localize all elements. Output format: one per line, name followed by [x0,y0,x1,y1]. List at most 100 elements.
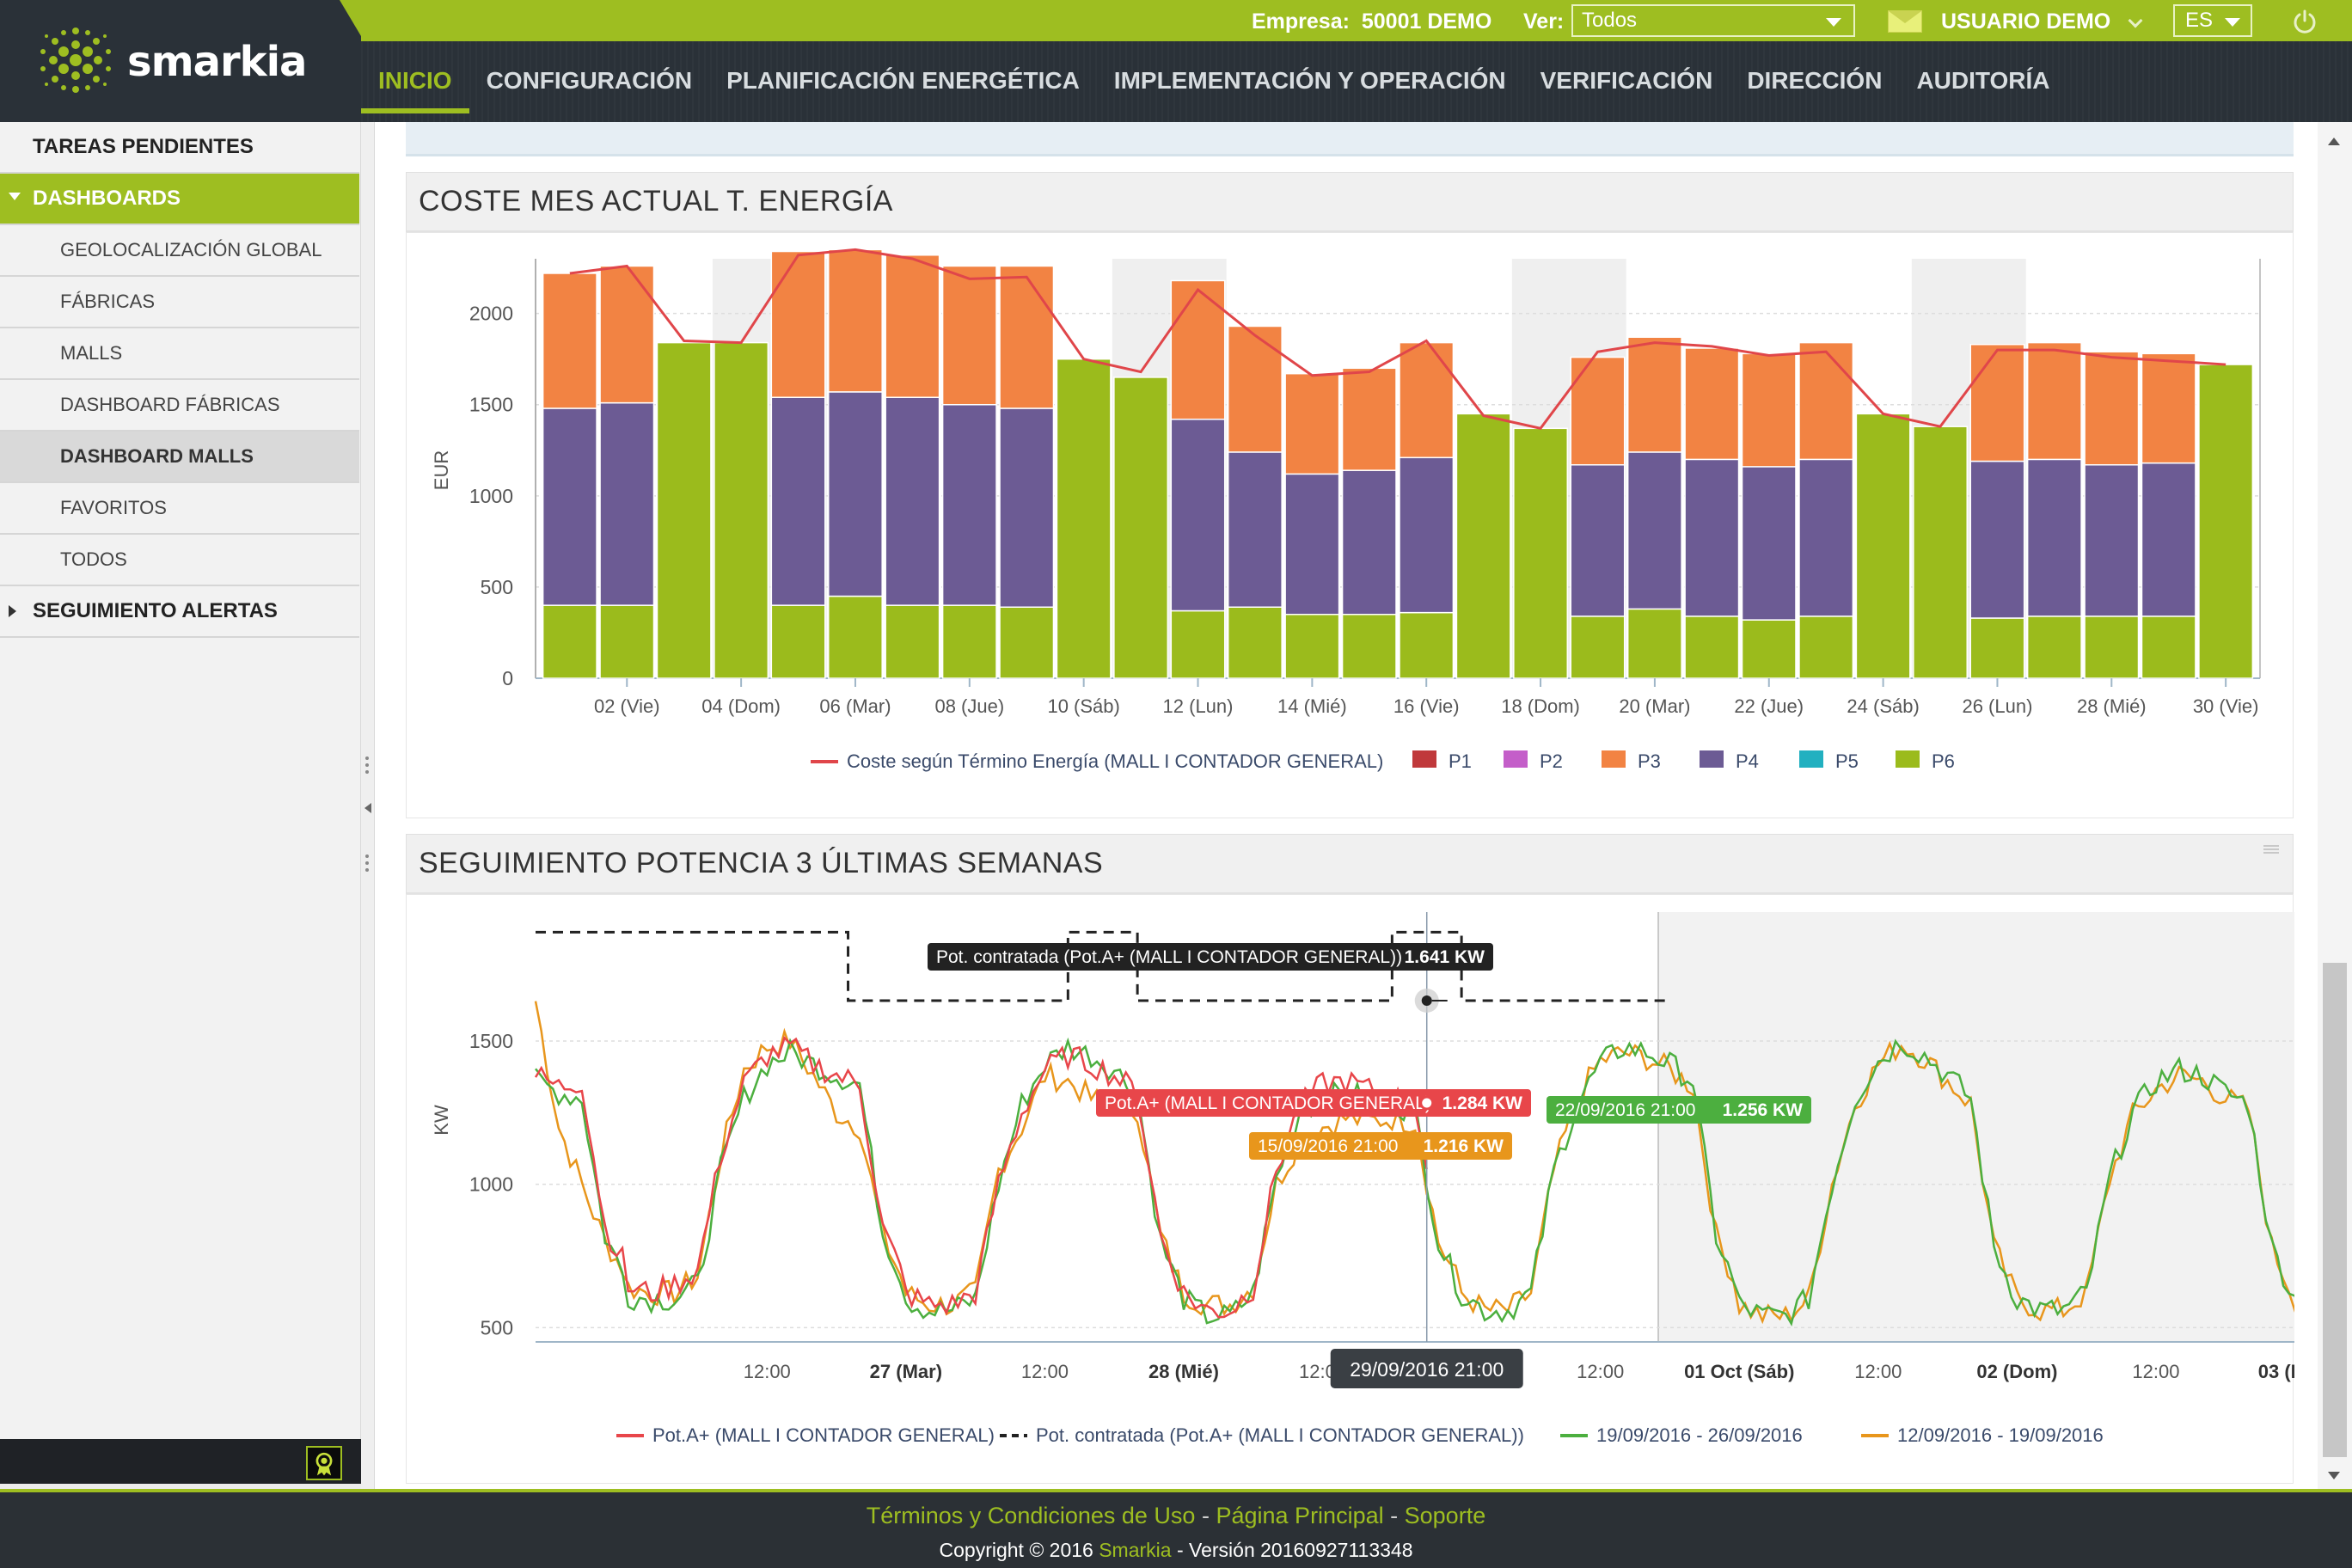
menu-item-3[interactable]: IMPLEMENTACIÓN Y OPERACIÓN [1097,41,1523,122]
home-link[interactable]: Página Principal [1216,1503,1383,1528]
splitter-grip [365,770,369,774]
menu-item-4[interactable]: VERIFICACIÓN [1523,41,1730,122]
version-text: - Versión 20160927113348 [1176,1539,1413,1561]
y-tick-label: 1000 [469,1173,513,1196]
panel-menu-icon[interactable] [2263,845,2279,854]
date-tooltip: 29/09/2016 21:00 [1330,1349,1523,1388]
empresa-label: Empresa: [1252,9,1350,34]
bar-P6 [1855,413,1911,679]
language-select[interactable]: ES [2173,4,2252,37]
x-tick-label: 28 (Mié) [1148,1361,1219,1382]
legend-swatch-P3 [1602,750,1626,768]
menu-item-0[interactable]: INICIO [361,41,469,122]
bar-P6 [599,604,655,679]
bar-P6 [1570,616,1626,679]
power-icon[interactable] [2292,9,2318,34]
legend-label: 12/09/2016 - 19/09/2016 [1897,1424,2104,1446]
sidebar-item-8[interactable]: TODOS [0,535,359,586]
support-link[interactable]: Soporte [1405,1503,1486,1528]
bar-P4 [885,396,940,606]
scroll-down-icon[interactable] [2328,1472,2340,1479]
footer-copyright: Copyright © 2016 Smarkia - Versión 20160… [0,1539,2352,1562]
legend-swatch-P5 [1799,750,1823,768]
y-axis-label: EUR [431,450,452,490]
bar-P4 [828,391,883,597]
ver-label: Ver: [1523,9,1565,34]
coste-chart[interactable]: 0 500 1000 1500 2000 EUR 02 (Vie) 04 (Dom) 06 (M… [407,233,2294,819]
menu-item-5[interactable]: DIRECCIÓN [1730,41,1899,122]
legend-label: Pot.A+ (MALL I CONTADOR GENERAL) [652,1424,995,1446]
bar-P3 [1969,343,2025,462]
collapse-sidebar-icon[interactable] [364,803,371,813]
orange-tooltip-label: 15/09/2016 21:00 [1258,1136,1399,1156]
sidebar: TAREAS PENDIENTES DASHBOARDS GEOLOCALIZACI… [0,122,361,1439]
x-tick-label: 28 (Mié) [2077,695,2147,717]
bar-P3 [2141,352,2196,464]
bar-P4 [2026,458,2082,617]
legend-label: P1 [1449,750,1472,772]
bar-P6 [2141,616,2196,679]
sidebar-item-label: SEGUIMIENTO ALERTAS [33,599,278,622]
sidebar-item-6[interactable]: DASHBOARD MALLS [0,432,359,483]
menu-item-2[interactable]: PLANIFICACIÓN ENERGÉTICA [709,41,1097,122]
splitter-grip [365,756,369,760]
sidebar-item-7[interactable]: FAVORITOS [0,483,359,535]
bar-P6 [714,341,769,679]
bar-P6 [1284,613,1340,679]
y-tick-label: 2000 [469,303,513,325]
main-content: COSTE MES ACTUAL T. ENERGÍA 0 500 1000 1500… [375,122,2331,1489]
bar-P6 [1513,427,1569,679]
contratada-tooltip-label: Pot. contratada (Pot.A+ (MALL I CONTADOR… [936,947,1402,967]
sidebar-item-2[interactable]: GEOLOCALIZACIÓN GLOBAL [0,225,359,277]
ver-select[interactable]: Todos [1571,4,1855,37]
orange-tooltip: 15/09/2016 21:00 1.216 KW [1249,1132,1512,1160]
legend-label: P4 [1736,750,1759,772]
bar-P6 [999,606,1055,679]
x-tick-label: 12 (Lun) [1163,695,1234,717]
y-tick-label: 500 [481,576,513,598]
sidebar-item-label: TODOS [60,548,127,570]
brand-link[interactable]: Smarkia [1099,1539,1171,1561]
user-menu[interactable]: USUARIO DEMO [1941,7,2110,36]
menu-item-1[interactable]: CONFIGURACIÓN [469,41,710,122]
mail-icon[interactable] [1888,10,1922,33]
green-tooltip-value: 1.256 KW [1723,1100,1804,1120]
previous-panel-edge [406,122,2294,156]
bar-P4 [2084,464,2140,617]
x-tick-label: 30 (Vie) [2193,695,2259,717]
bar-P4 [1626,451,1682,610]
bar-P6 [1684,616,1740,679]
footer-links: Términos y Condiciones de Uso - Página P… [0,1503,2352,1529]
sidebar-item-label: GEOLOCALIZACIÓN GLOBAL [60,239,322,260]
award-icon[interactable] [306,1446,342,1480]
sidebar-item-4[interactable]: MALLS [0,328,359,380]
sidebar-item-label: FAVORITOS [60,497,167,518]
bar-P6 [2026,616,2082,679]
x-tick-label: 14 (Mié) [1277,695,1347,717]
scroll-up-icon[interactable] [2328,138,2340,145]
bar-P6 [1626,608,1682,679]
x-tick-label: 02 (Dom) [1976,1361,2057,1382]
sidebar-item-5[interactable]: DASHBOARD FÁBRICAS [0,380,359,432]
sidebar-item-label: TAREAS PENDIENTES [33,135,254,158]
x-tick-label: 18 (Dom) [1501,695,1580,717]
x-tick-label: 20 (Mar) [1619,695,1690,717]
bar-P4 [999,407,1055,609]
y-tick-label: 1000 [469,485,513,507]
sidebar-item-3[interactable]: FÁBRICAS [0,277,359,328]
chevron-down-icon [1826,18,1841,27]
sidebar-item-0[interactable]: TAREAS PENDIENTES [0,122,359,174]
footer-separator: - [1390,1503,1399,1528]
scrollbar-thumb[interactable] [2323,963,2347,1457]
bar-P6 [885,604,940,679]
menu-item-6[interactable]: AUDITORÍA [1899,41,2067,122]
logo-block: smarkia [0,0,361,122]
terms-link[interactable]: Términos y Condiciones de Uso [867,1503,1196,1528]
sidebar-item-9[interactable]: SEGUIMIENTO ALERTAS [0,586,359,638]
sidebar-item-1[interactable]: DASHBOARDS [0,174,359,225]
bar-P3 [2084,351,2140,466]
legend-label: Coste según Término Energía (MALL I CONT… [847,750,1383,772]
potencia-chart[interactable]: 500 1000 1500 KW 12:00 27 (Mar) 12:00 28 (Mié) 1… [407,895,2331,1485]
x-tick-label: 26 (Lun) [1962,695,2032,717]
bar-P3 [828,248,883,393]
